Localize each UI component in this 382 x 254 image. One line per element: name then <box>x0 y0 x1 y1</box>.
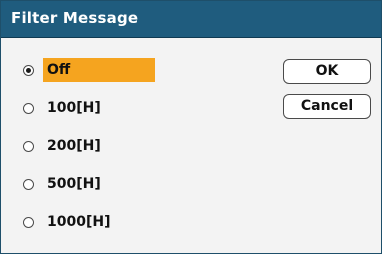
option-off-label: Off <box>43 58 155 82</box>
option-200h-label: 200[H] <box>47 138 101 154</box>
option-1000h-label: 1000[H] <box>47 214 111 230</box>
filter-message-dialog: Filter Message Off 100[H] 200[H] 500[H] … <box>0 0 382 254</box>
radio-200h[interactable] <box>23 140 34 152</box>
dialog-body: Off 100[H] 200[H] 500[H] 1000[H] OK Canc… <box>1 38 381 253</box>
option-100h-label: 100[H] <box>47 100 101 116</box>
dialog-title: Filter Message <box>11 9 139 27</box>
option-500h[interactable]: 500[H] <box>23 172 107 196</box>
option-1000h[interactable]: 1000[H] <box>23 210 116 234</box>
option-off[interactable]: Off <box>23 58 155 82</box>
radio-off[interactable] <box>23 64 34 76</box>
option-100h[interactable]: 100[H] <box>23 96 107 120</box>
radio-100h[interactable] <box>23 102 34 114</box>
radio-500h[interactable] <box>23 178 34 190</box>
ok-button[interactable]: OK <box>283 59 371 84</box>
option-200h[interactable]: 200[H] <box>23 134 107 158</box>
dialog-title-bar: Filter Message <box>1 1 381 38</box>
option-500h-label: 500[H] <box>47 176 101 192</box>
cancel-button[interactable]: Cancel <box>283 94 371 119</box>
radio-1000h[interactable] <box>23 216 34 228</box>
